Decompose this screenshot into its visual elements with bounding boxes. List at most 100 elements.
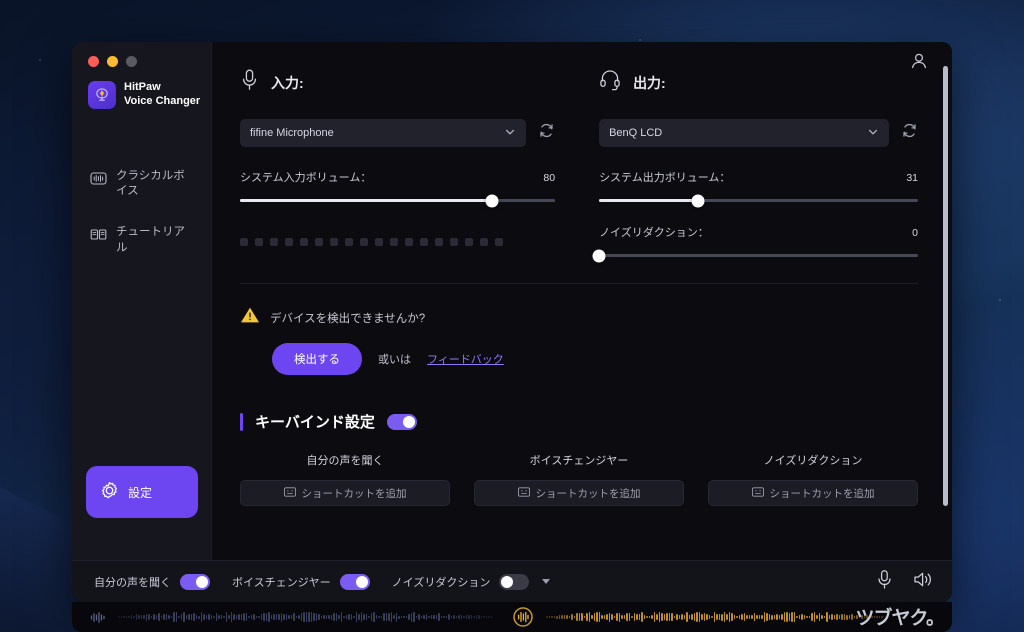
microphone-icon[interactable] [876,569,893,595]
waveform-bar [678,614,680,620]
minimize-button[interactable] [107,56,118,67]
waveform-bar [330,614,332,620]
input-volume-label: システム入力ボリューム： [240,172,372,184]
waveform-bar [163,613,165,621]
waveform-bar [783,612,785,622]
output-volume-label-row: システム出力ボリューム： 31 [599,169,918,185]
waveform-bar [380,615,382,619]
waveform-bar [288,615,290,619]
noise-reduction-knob[interactable] [592,249,606,262]
speaker-icon[interactable] [913,570,934,594]
noise-label-row: ノイズリダクション： 0 [599,224,918,240]
close-button[interactable] [88,56,99,67]
waveform-bar [448,613,450,621]
waveform-bar [653,612,655,622]
input-refresh-icon[interactable] [538,122,555,144]
sidebar-item-label: クラシカルボイス [116,170,185,198]
waveform-bar [601,614,603,620]
detect-button[interactable]: 検出する [272,343,362,375]
input-volume-label-row: システム入力ボリューム： 80 [240,169,555,185]
input-volume-knob[interactable] [485,194,499,207]
waveform-bar [478,615,480,619]
sidebar-item-classical-voice[interactable]: クラシカルボイス [72,169,211,199]
noise-reduction-toggle[interactable] [499,573,530,590]
waveform-bar [781,613,783,621]
add-shortcut-button-noise-reduction[interactable]: ショートカットを追加 [708,480,918,506]
microphone-icon [240,68,259,97]
waveform-bar [258,616,260,618]
waveform-bar [623,614,625,620]
add-shortcut-button-hear-myself[interactable]: ショートカットを追加 [240,480,450,506]
main-content: 入力: fifine Microphone システム入力ボリューム： 80 出力… [212,42,952,560]
output-volume-slider[interactable] [599,194,918,207]
waveform-bar [831,614,833,620]
waveform-bar [788,613,790,621]
bottom-toggle-label: ボイスチェンジヤー [232,576,331,589]
waveform-bar [405,616,407,618]
add-shortcut-button-voice-changer[interactable]: ショートカットを追加 [474,480,684,506]
waveform-circle-icon [510,606,536,628]
waveform-bar [145,613,147,621]
output-volume-knob[interactable] [691,194,705,207]
waveform-bar [753,612,755,622]
input-device-value: fifine Microphone [250,127,334,139]
waveform-small-icon [86,610,108,625]
bottom-toggle-label: ノイズリダクション [391,576,491,589]
waveform-bar [651,615,653,619]
input-volume-slider[interactable] [240,194,556,207]
waveform-bar [673,615,675,619]
output-device-select[interactable]: BenQ LCD [599,119,889,147]
waveform-bar [578,612,580,622]
waveform-bar [185,615,187,619]
waveform-bar [133,616,135,618]
noise-reduction-slider[interactable] [592,249,918,262]
input-level-meter [240,238,555,246]
waveform-bar [586,612,588,622]
hear-myself-toggle[interactable] [180,573,210,590]
waveform-bar [340,611,342,623]
input-device-row: fifine Microphone [240,119,555,147]
waveform-bar [460,615,462,619]
level-meter-segment [315,238,323,246]
content-scrollbar[interactable] [943,66,948,506]
gear-icon [100,481,119,503]
waveform-bar [593,612,595,622]
waveform-bar [548,615,550,619]
input-section: 入力: fifine Microphone システム入力ボリューム： 80 [240,68,581,257]
waveform-bar [240,614,242,620]
keybind-header: キーバインド設定 [240,411,918,432]
voice-changer-toggle[interactable] [339,573,370,590]
input-device-select[interactable]: fifine Microphone [240,119,527,147]
waveform-bar [408,613,410,621]
waveform-bar [440,615,442,619]
waveform-bar [556,615,558,619]
waveform-bar [728,612,730,622]
output-refresh-icon[interactable] [901,122,918,144]
waveform-bar [168,615,170,619]
waveform-bar [628,613,630,621]
waveform-bar [475,614,477,620]
feedback-link[interactable]: フィードバック [427,351,504,367]
sidebar-item-tutorial[interactable]: チュートリアル [72,225,211,255]
app-window: HitPaw Voice Changer クラシカルボイス チュートリアル 設定… [72,42,952,602]
keybind-toggle[interactable] [386,413,417,430]
sidebar-item-settings[interactable]: 設定 [86,466,198,518]
waveform-bar [215,612,217,622]
waveform-bar [403,615,405,619]
waveform-bar [348,613,350,621]
waveform-bar [801,614,803,620]
waveform-bar [793,612,795,622]
waveform-bar [128,615,130,619]
waveform-bar [751,614,753,620]
maximize-button[interactable] [126,56,137,67]
waveform-bar [558,615,560,619]
waveform-bar [413,612,415,622]
account-icon[interactable] [908,50,930,77]
noise-reduction-value: 0 [912,227,918,239]
chevron-down-icon[interactable] [542,579,551,584]
waveform-bar [323,614,325,620]
waveform-bar [828,615,830,619]
waveform-bar [621,614,623,620]
waveform-bar [663,613,665,621]
waveform-bar [823,615,825,619]
